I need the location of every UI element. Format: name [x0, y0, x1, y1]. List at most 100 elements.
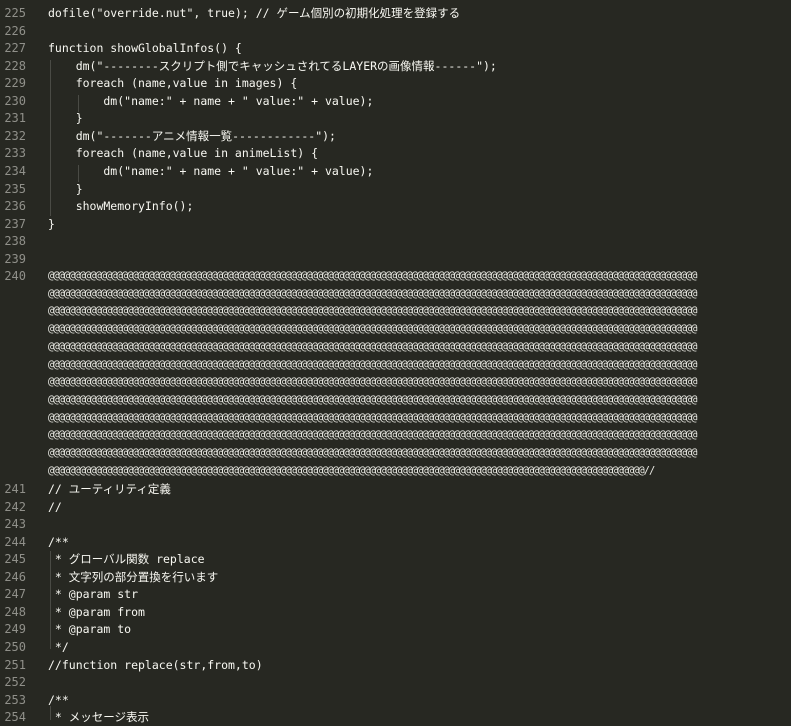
line-number: 252 [4, 675, 26, 690]
line-number: 243 [4, 517, 26, 532]
code-line[interactable]: 235 } [0, 181, 791, 198]
line-code[interactable]: /** [48, 534, 69, 551]
wrapped-row: @@@@@@@@@@@@@@@@@@@@@@@@@@@@@@@@@@@@@@@@… [48, 376, 697, 389]
code-line[interactable]: 244 /** [0, 534, 791, 551]
code-line[interactable]: 231 } [0, 110, 791, 127]
wrapped-row: @@@@@@@@@@@@@@@@@@@@@@@@@@@@@@@@@@@@@@@@… [48, 429, 697, 442]
code-line[interactable]: 236 showMemoryInfo(); [0, 198, 791, 215]
line-number: 234 [4, 163, 26, 178]
line-code[interactable]: * @param str [48, 586, 138, 603]
line-code[interactable]: * グローバル関数 replace [48, 551, 205, 568]
line-code[interactable]: foreach (name,value in animeList) { [48, 145, 318, 162]
line-number: 230 [4, 93, 26, 108]
line-number: 250 [4, 639, 26, 654]
line-number: 245 [4, 552, 26, 567]
code-line[interactable]: 228 dm("--------スクリプト側でキャッシュされてるLAYERの画像… [0, 58, 791, 75]
indent-guide [78, 95, 79, 112]
line-code[interactable]: * メッセージ表示 [48, 709, 149, 726]
code-line[interactable]: 253 /** [0, 692, 791, 709]
line-code[interactable]: dm("--------スクリプト側でキャッシュされてるLAYERの画像情報--… [48, 58, 497, 75]
line-number: 228 [4, 58, 26, 73]
line-number: 249 [4, 622, 26, 637]
code-line[interactable]: 227 function showGlobalInfos() { [0, 40, 791, 57]
line-code[interactable]: // ユーティリティ定義 [48, 481, 171, 498]
code-line[interactable]: 230 dm("name:" + name + " value:" + valu… [0, 93, 791, 110]
line-number: 233 [4, 146, 26, 161]
code-editor[interactable]: 225 dofile("override.nut", true); // ゲーム個… [0, 0, 791, 724]
line-number: 253 [4, 692, 26, 707]
line-number: 254 [4, 710, 26, 725]
line-code[interactable]: dm("name:" + name + " value:" + value); [48, 163, 373, 180]
line-number: 235 [4, 181, 26, 196]
indent-guide [78, 165, 79, 182]
wrapped-row: @@@@@@@@@@@@@@@@@@@@@@@@@@@@@@@@@@@@@@@@… [48, 305, 697, 318]
indent-guide [50, 706, 51, 720]
code-line[interactable]: 254 * メッセージ表示 [0, 709, 791, 726]
code-line[interactable]: 251 //function replace(str,from,to) [0, 657, 791, 674]
line-number: 240 [4, 269, 26, 284]
line-code[interactable]: //function replace(str,from,to) [48, 657, 263, 674]
code-line[interactable]: 247 * @param str [0, 586, 791, 603]
line-code[interactable]: dofile("override.nut", true); // ゲーム個別の初… [48, 5, 460, 22]
code-line[interactable]: 226 [0, 23, 791, 40]
line-number: 225 [4, 6, 26, 20]
line-code[interactable]: } [48, 110, 83, 127]
line-number: 237 [4, 216, 26, 231]
line-code[interactable]: foreach (name,value in images) { [48, 75, 298, 92]
wrapped-long-line[interactable]: @@@@@@@@@@@@@@@@@@@@@@@@@@@@@@@@@@@@@@@@… [48, 268, 788, 480]
code-line[interactable]: 248 * @param from [0, 604, 791, 621]
wrapped-row: @@@@@@@@@@@@@@@@@@@@@@@@@@@@@@@@@@@@@@@@… [48, 323, 697, 336]
line-code[interactable]: dm("name:" + name + " value:" + value); [48, 93, 373, 110]
line-number: 246 [4, 569, 26, 584]
code-line[interactable]: 238 [0, 233, 791, 250]
line-code[interactable]: // [48, 499, 62, 516]
line-number: 229 [4, 76, 26, 91]
line-number: 251 [4, 657, 26, 672]
line-code[interactable]: */ [48, 639, 69, 656]
line-number: 241 [4, 482, 26, 496]
line-code[interactable]: dm("-------アニメ情報一覧------------"); [48, 128, 336, 145]
line-code[interactable]: function showGlobalInfos() { [48, 40, 242, 57]
code-line[interactable]: 239 [0, 251, 791, 268]
code-line[interactable]: 243 [0, 516, 791, 533]
indent-guide [50, 551, 51, 649]
line-number: 232 [4, 128, 26, 143]
code-line[interactable]: 237} [0, 216, 791, 233]
wrapped-row: @@@@@@@@@@@@@@@@@@@@@@@@@@@@@@@@@@@@@@@@… [48, 393, 697, 406]
code-line[interactable]: 225 dofile("override.nut", true); // ゲーム個… [0, 5, 791, 22]
code-line[interactable]: 252 [0, 674, 791, 691]
line-number: 236 [4, 199, 26, 214]
line-number: 226 [4, 23, 26, 38]
line-number: 248 [4, 604, 26, 619]
code-line[interactable]: 232 dm("-------アニメ情報一覧------------"); [0, 128, 791, 145]
line-code[interactable]: * @param from [48, 604, 145, 621]
line-number: 247 [4, 587, 26, 602]
wrapped-row: @@@@@@@@@@@@@@@@@@@@@@@@@@@@@@@@@@@@@@@@… [48, 340, 697, 353]
code-line[interactable]: 249 * @param to [0, 621, 791, 638]
code-line[interactable]: 233 foreach (name,value in animeList) { [0, 145, 791, 162]
code-line[interactable]: 242 // [0, 499, 791, 516]
wrapped-row: @@@@@@@@@@@@@@@@@@@@@@@@@@@@@@@@@@@@@@@@… [48, 358, 697, 371]
line-code[interactable]: } [48, 181, 83, 198]
code-line[interactable]: 246 * 文字列の部分置換を行います [0, 569, 791, 586]
code-line[interactable]: 250 */ [0, 639, 791, 656]
line-number: 244 [4, 534, 26, 549]
line-number: 227 [4, 41, 26, 56]
wrapped-row: @@@@@@@@@@@@@@@@@@@@@@@@@@@@@@@@@@@@@@@@… [48, 287, 697, 300]
line-number: 231 [4, 111, 26, 126]
wrapped-row: @@@@@@@@@@@@@@@@@@@@@@@@@@@@@@@@@@@@@@@@… [48, 464, 655, 477]
line-code[interactable]: * @param to [48, 621, 131, 638]
code-line[interactable]: 229 foreach (name,value in images) { [0, 75, 791, 92]
line-code[interactable]: } [48, 216, 55, 233]
line-number: 238 [4, 234, 26, 249]
line-code[interactable]: * 文字列の部分置換を行います [48, 569, 218, 586]
line-code[interactable]: showMemoryInfo(); [48, 198, 194, 215]
wrapped-row: @@@@@@@@@@@@@@@@@@@@@@@@@@@@@@@@@@@@@@@@… [48, 411, 697, 424]
code-line[interactable]: 241 // ユーティリティ定義 [0, 481, 791, 498]
line-number: 239 [4, 251, 26, 266]
code-line[interactable]: 234 dm("name:" + name + " value:" + valu… [0, 163, 791, 180]
code-line[interactable]: 245 * グローバル関数 replace [0, 551, 791, 568]
line-code[interactable]: /** [48, 692, 69, 709]
line-number: 242 [4, 499, 26, 514]
wrapped-row: @@@@@@@@@@@@@@@@@@@@@@@@@@@@@@@@@@@@@@@@… [48, 270, 697, 282]
